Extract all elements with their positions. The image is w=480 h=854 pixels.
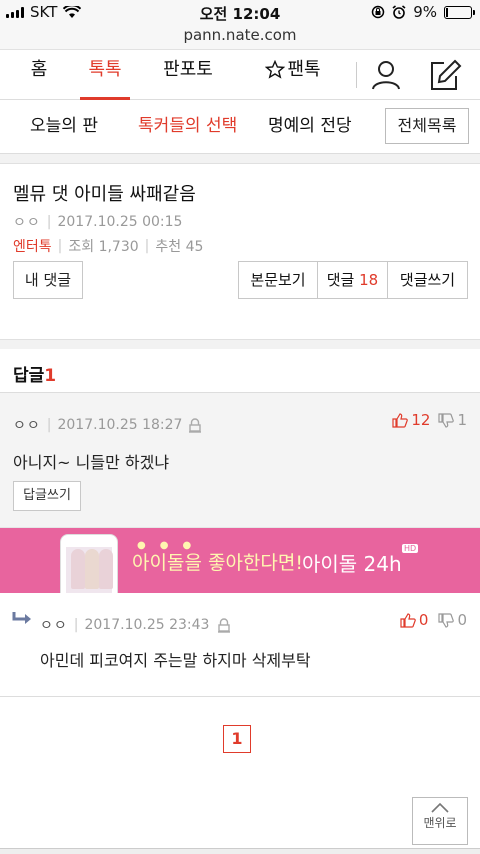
meta-divider: | [46, 214, 52, 230]
rotation-lock-icon [371, 5, 385, 19]
downvote-button[interactable]: 0 [438, 611, 467, 629]
thumbs-up-icon [392, 412, 409, 428]
write-reply-button[interactable]: 답글쓰기 [13, 481, 81, 511]
post-title: 멜뮤 댓 아미들 싸패같음 [13, 184, 196, 205]
user-icon[interactable] [369, 58, 403, 92]
subnav-hall-of-fame[interactable]: 명예의 전당 [268, 100, 352, 152]
reply-author: ㅇㅇ [40, 618, 68, 634]
comment-date: 2017.10.25 18:27 [57, 417, 183, 433]
comment-item: ㅇㅇ | 2017.10.25 18:27 12 1 아니지~ 니들만 하겠냐 … [0, 393, 480, 528]
scroll-to-top-label: 맨위로 [423, 816, 457, 830]
tab-fantalk[interactable]: 팬톡 [264, 50, 322, 90]
comments-count: 18 [359, 271, 379, 289]
meta-divider: | [144, 238, 150, 254]
battery-icon [444, 5, 475, 19]
comment-author: ㅇㅇ [13, 418, 41, 434]
full-list-button[interactable]: 전체목록 [385, 108, 469, 144]
banner-brand: 아이돌 24h [302, 552, 402, 576]
battery-percent: 9% [413, 3, 437, 21]
comments-label: 댓글 [326, 271, 355, 289]
report-icon[interactable] [217, 617, 231, 633]
pagination: 1 맨위로 [0, 697, 480, 854]
thumbs-down-icon [438, 412, 455, 428]
tab-toktok[interactable]: 톡톡 [80, 50, 130, 100]
post-actions: 내 댓글 본문보기 댓글 18 댓글쓰기 [0, 261, 480, 339]
downvote-button[interactable]: 1 [438, 411, 467, 429]
meta-divider: | [73, 617, 79, 633]
reply-date: 2017.10.25 23:43 [84, 617, 210, 633]
view-post-button[interactable]: 본문보기 [239, 262, 317, 298]
section-gap [0, 154, 480, 164]
sub-nav: 오늘의 판 톡커들의 선택 명예의 전당 전체목록 [0, 100, 480, 154]
reply-body: 아민데 피코여지 주는말 하지마 삭제부탁 [40, 651, 311, 670]
tab-fantalk-label: 팬톡 [287, 59, 321, 80]
subnav-talkers-choice[interactable]: 톡커들의 선택 [138, 100, 237, 152]
action-button-group: 본문보기 댓글 18 댓글쓰기 [238, 261, 468, 299]
bottom-divider [0, 848, 480, 854]
tab-pannphoto[interactable]: 판포토 [160, 50, 216, 100]
meta-divider: | [57, 238, 63, 254]
banner-text: 아이돌을 좋아한다면! [132, 552, 303, 574]
replies-label: 답글 [13, 366, 45, 386]
comment-body: 아니지~ 니들만 하겠냐 [13, 453, 170, 472]
post-category[interactable]: 엔터톡 [13, 236, 52, 256]
status-bar: SKT 오전 12:04 9% [0, 0, 480, 24]
ad-banner[interactable]: ●●● 아이돌을 좋아한다면! 아이돌 24h HD [0, 528, 480, 593]
phone-illustration [60, 534, 118, 593]
nav-divider [356, 62, 357, 88]
thumbs-down-icon [438, 612, 455, 628]
meta-divider: | [46, 417, 52, 433]
my-comments-button[interactable]: 내 댓글 [13, 261, 83, 299]
page-number-current[interactable]: 1 [223, 725, 251, 753]
downvote-count: 0 [457, 611, 467, 629]
post-date: 2017.10.25 00:15 [57, 214, 183, 230]
write-icon[interactable] [428, 58, 462, 92]
alarm-icon [392, 5, 406, 19]
scroll-to-top-button[interactable]: 맨위로 [412, 797, 468, 845]
tab-home[interactable]: 홈 [24, 50, 54, 100]
post-author: ㅇㅇ [13, 215, 41, 231]
reply-arrow-icon [12, 612, 31, 624]
upvote-button[interactable]: 0 [400, 611, 429, 629]
hd-badge: HD [402, 544, 419, 553]
star-outline-icon [265, 60, 286, 79]
upvote-count: 12 [411, 411, 431, 429]
post-views: 조회 1,730 [68, 239, 139, 255]
top-nav: 홈 톡톡 판포토 팬톡 [0, 50, 480, 100]
thumbs-up-icon [400, 612, 416, 628]
chevron-up-icon [431, 802, 449, 813]
report-icon[interactable] [188, 417, 202, 433]
write-comment-button[interactable]: 댓글쓰기 [387, 262, 467, 298]
upvote-button[interactable]: 12 [392, 411, 430, 429]
replies-count: 1 [44, 366, 57, 386]
subnav-today[interactable]: 오늘의 판 [30, 100, 98, 152]
section-gap [0, 339, 480, 349]
post-recommend: 추천 45 [155, 239, 204, 255]
reply-item: ㅇㅇ | 2017.10.25 23:43 0 0 아민데 피코여지 주는말 하… [0, 593, 480, 697]
replies-header: 답글1 [0, 349, 480, 393]
comments-button[interactable]: 댓글 18 [317, 262, 387, 298]
upvote-count: 0 [418, 611, 429, 629]
post-header: 멜뮤 댓 아미들 싸패같음 ㅇㅇ | 2017.10.25 00:15 엔터톡 … [0, 164, 480, 261]
downvote-count: 1 [457, 411, 467, 429]
url-bar[interactable]: pann.nate.com [0, 24, 480, 50]
